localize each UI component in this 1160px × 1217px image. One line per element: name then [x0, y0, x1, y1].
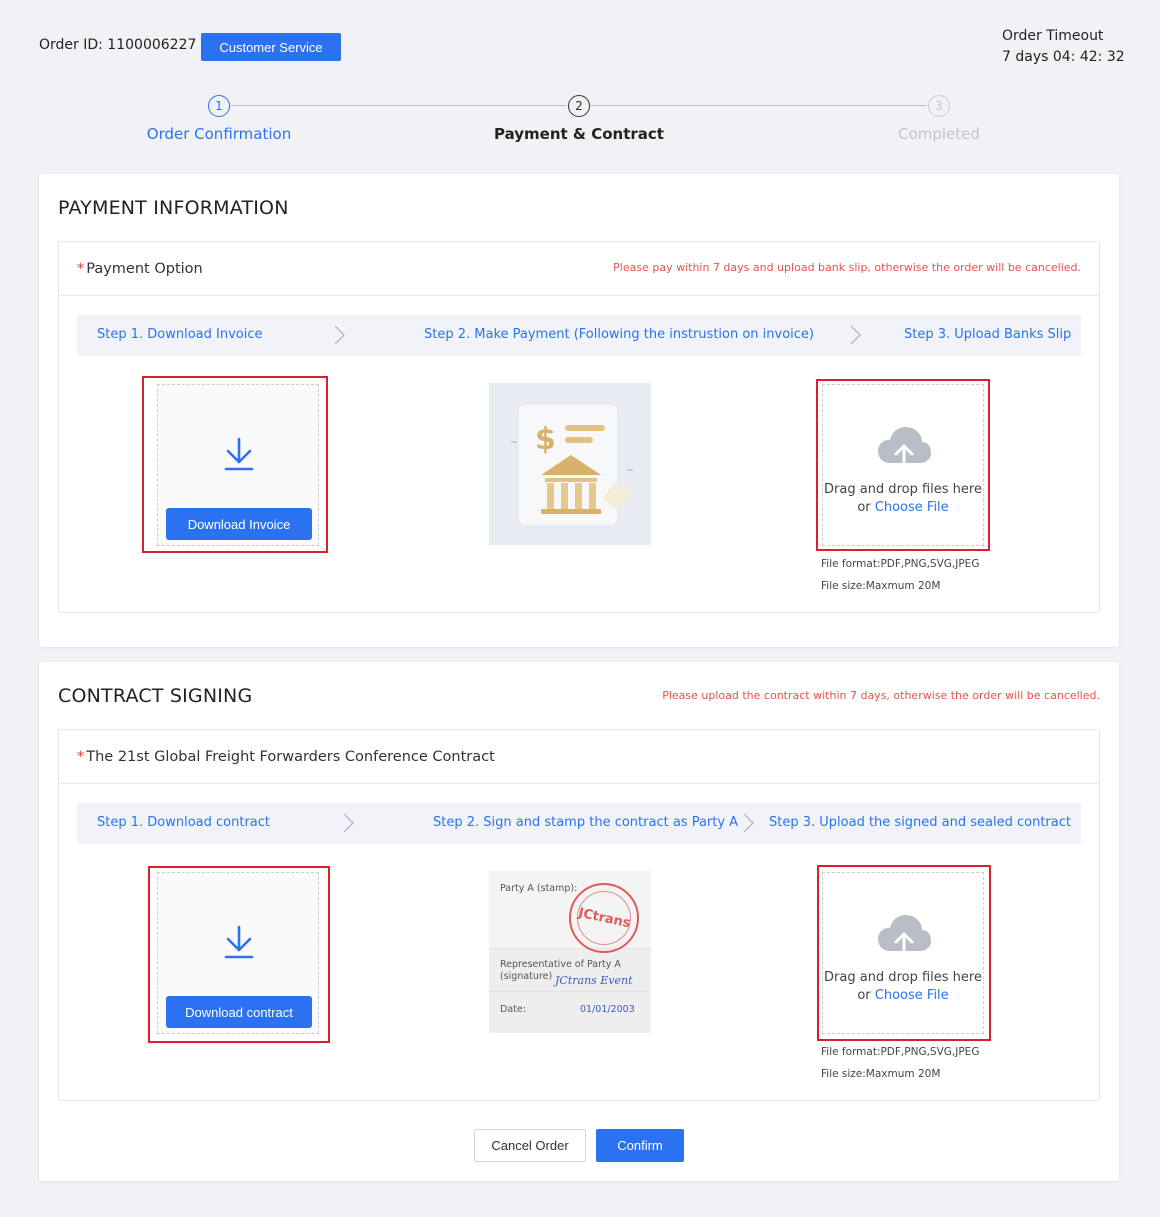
download-contract-box[interactable]: Download contract [157, 872, 319, 1034]
upload-drag-text: Drag and drop files here [824, 970, 982, 985]
chevron-right-icon [334, 325, 345, 345]
choose-file-link[interactable]: Choose File [875, 500, 949, 515]
contract-warning: Please upload the contract within 7 days… [662, 689, 1100, 702]
contract-steps-bar: Step 1. Download contract Step 2. Sign a… [77, 803, 1081, 844]
payment-step-1: Step 1. Download Invoice [97, 327, 263, 342]
step-circle-1: 1 [208, 95, 230, 117]
chevron-right-icon [343, 813, 354, 833]
cloud-upload-icon [878, 915, 931, 955]
chevron-right-icon [743, 813, 754, 833]
step-label-order-confirmation: Order Confirmation [146, 125, 292, 143]
payment-steps-bar: Step 1. Download Invoice Step 2. Make Pa… [77, 315, 1081, 356]
cancel-order-button[interactable]: Cancel Order [474, 1129, 586, 1162]
stamp-seal-icon: JCtrans [569, 883, 639, 953]
upload-drag-text: Drag and drop files here [824, 482, 982, 497]
upload-instruction: Drag and drop files here or Choose File [823, 969, 983, 1005]
sample-rep-label: Representative of Party A [500, 959, 621, 970]
payment-section-title: PAYMENT INFORMATION [58, 197, 289, 219]
customer-service-button[interactable]: Customer Service [201, 33, 341, 61]
bank-payment-icon: $ [511, 405, 633, 525]
sample-date-label: Date: [500, 1004, 526, 1015]
contract-step-1: Step 1. Download contract [97, 815, 271, 830]
payment-option-panel: * Payment Option Please pay within 7 day… [58, 241, 1100, 613]
order-timeout-value: 7 days 04: 42: 32 [1002, 49, 1125, 65]
payment-illustration: $ [489, 383, 651, 545]
stepper-line-1 [230, 105, 567, 106]
download-contract-button[interactable]: Download contract [166, 996, 312, 1028]
file-format-info: File format:PDF,PNG,SVG,JPEG [821, 1046, 980, 1058]
upload-or-text: or [857, 500, 871, 515]
sample-date-value: 01/01/2003 [580, 1004, 635, 1015]
payment-step-3: Step 3. Upload Banks Slip [904, 327, 1072, 342]
file-format-info: File format:PDF,PNG,SVG,JPEG [821, 558, 980, 570]
contract-header: * The 21st Global Freight Forwarders Con… [59, 730, 1099, 784]
chevron-right-icon [850, 325, 861, 345]
order-timeout-label: Order Timeout [1002, 28, 1104, 44]
order-id: Order ID: 1100006227 [39, 37, 197, 53]
svg-text:$: $ [535, 422, 556, 457]
order-timeout: Order Timeout 7 days 04: 42: 32 [1002, 26, 1125, 68]
contract-step-2: Step 2. Sign and stamp the contract as P… [433, 815, 739, 830]
upload-contract-dropzone[interactable]: Drag and drop files here or Choose File [822, 872, 984, 1034]
payment-step-2: Step 2. Make Payment (Following the inst… [424, 327, 815, 342]
upload-instruction: Drag and drop files here or Choose File [823, 481, 983, 517]
download-invoice-button[interactable]: Download Invoice [166, 508, 312, 540]
cloud-upload-icon [878, 427, 931, 467]
contract-name: The 21st Global Freight Forwarders Confe… [86, 748, 495, 765]
contract-section-title: CONTRACT SIGNING [58, 685, 253, 707]
step-label-completed: Completed [898, 125, 980, 143]
download-icon [224, 925, 254, 959]
upload-bank-slip-dropzone[interactable]: Drag and drop files here or Choose File [822, 384, 984, 546]
payment-warning: Please pay within 7 days and upload bank… [613, 261, 1081, 274]
step-circle-3: 3 [928, 95, 950, 117]
sample-party-label: Party A (stamp): [500, 883, 578, 894]
contract-step-3: Step 3. Upload the signed and sealed con… [769, 815, 1071, 830]
step-circle-2: 2 [568, 95, 590, 117]
sample-signature: JCtrans Event [555, 974, 633, 987]
upload-or-text: or [857, 988, 871, 1003]
required-asterisk: * [77, 260, 85, 277]
payment-information-card: PAYMENT INFORMATION * Payment Option Ple… [39, 174, 1119, 647]
sample-divider [489, 991, 651, 992]
step-label-payment-contract: Payment & Contract [494, 125, 664, 143]
contract-panel: * The 21st Global Freight Forwarders Con… [58, 729, 1100, 1101]
choose-file-link[interactable]: Choose File [875, 988, 949, 1003]
download-invoice-box[interactable]: Download Invoice [157, 384, 319, 546]
contract-signing-card: CONTRACT SIGNING Please upload the contr… [39, 662, 1119, 1181]
stepper-line-2 [590, 105, 927, 106]
payment-option-label: Payment Option [86, 260, 203, 277]
file-size-info: File size:Maxmum 20M [821, 1068, 941, 1080]
required-asterisk: * [77, 748, 85, 765]
file-size-info: File size:Maxmum 20M [821, 580, 941, 592]
contract-sample-illustration: Party A (stamp): JCtrans Representative … [489, 871, 651, 1033]
confirm-button[interactable]: Confirm [596, 1129, 684, 1162]
download-icon [224, 437, 254, 471]
